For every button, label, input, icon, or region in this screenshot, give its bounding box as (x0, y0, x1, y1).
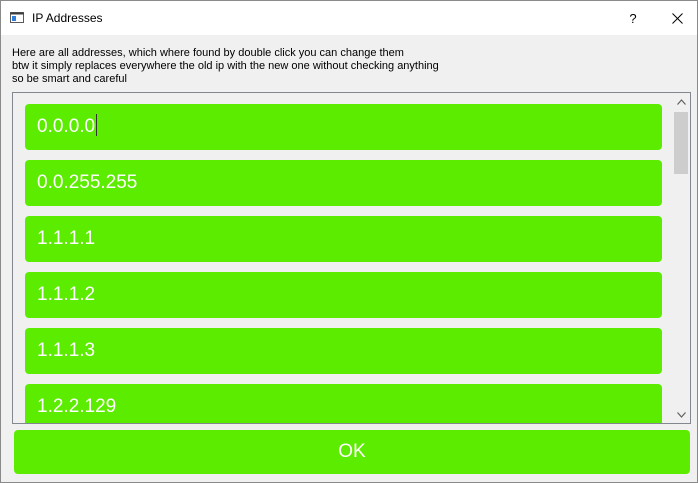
ip-item[interactable]: 1.2.2.129 (25, 384, 662, 423)
title-bar: IP Addresses ? (1, 1, 697, 35)
ip-item-editing[interactable]: 0.0.0.0 (25, 104, 662, 150)
chevron-up-icon (677, 98, 686, 105)
chevron-down-icon (677, 411, 686, 418)
ip-item[interactable]: 1.1.1.3 (25, 328, 662, 374)
text-cursor (96, 113, 98, 136)
ip-list-scroll-area[interactable]: 0.0.0.0 0.0.255.255 1.1.1.1 1.1.1.2 1.1.… (12, 92, 691, 424)
close-icon (671, 12, 683, 24)
description-line-3: so be smart and careful (12, 73, 127, 85)
help-button[interactable]: ? (611, 1, 655, 35)
scroll-down-button[interactable] (673, 406, 690, 423)
vertical-scrollbar[interactable] (673, 93, 690, 423)
description-line-1: Here are all addresses, which where foun… (12, 47, 404, 59)
ip-item[interactable]: 1.1.1.2 (25, 272, 662, 318)
window-title: IP Addresses (32, 11, 103, 25)
close-button[interactable] (655, 1, 698, 35)
ip-item-text[interactable]: 0.0.0.0 (37, 116, 95, 137)
ip-item[interactable]: 0.0.255.255 (25, 160, 662, 206)
description-line-2: btw it simply replaces everywhere the ol… (12, 60, 439, 72)
description-text: Here are all addresses, which where foun… (12, 47, 439, 86)
ip-list: 0.0.0.0 0.0.255.255 1.1.1.1 1.1.1.2 1.1.… (25, 104, 662, 423)
window-icon (10, 12, 24, 23)
ip-addresses-dialog: IP Addresses ? Here are all addresses, w… (0, 0, 698, 483)
ip-item[interactable]: 1.1.1.1 (25, 216, 662, 262)
ok-button[interactable]: OK (14, 430, 690, 474)
scroll-thumb[interactable] (674, 112, 688, 174)
scroll-up-button[interactable] (673, 93, 690, 110)
